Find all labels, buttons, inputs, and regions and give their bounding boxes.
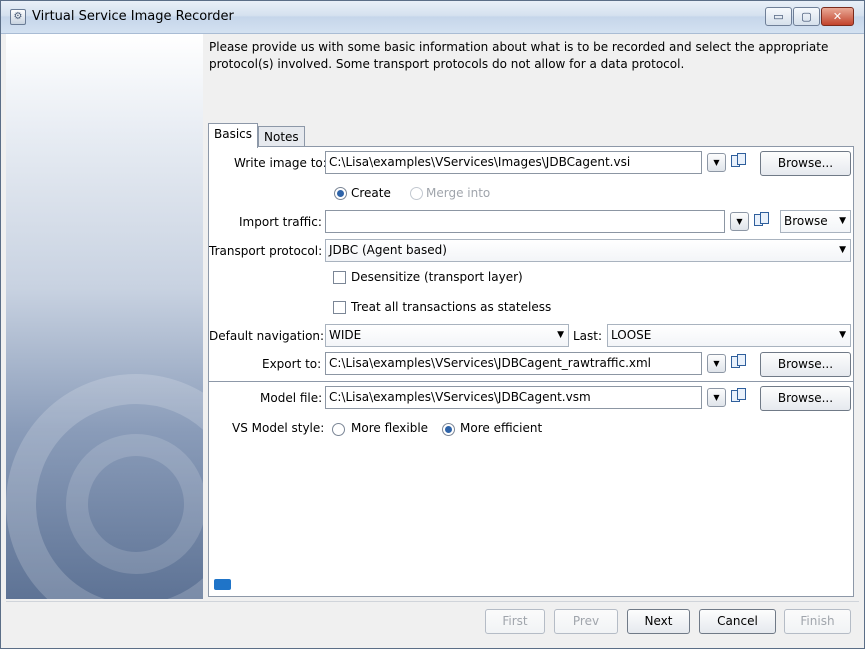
last-select[interactable]: LOOSE ▼	[607, 324, 851, 347]
import-browse-label: Browse	[784, 214, 828, 228]
transport-protocol-label: Transport protocol:	[209, 244, 323, 258]
title-bar: ⚙ Virtual Service Image Recorder ▭ ▢ ✕	[1, 1, 864, 34]
desensitize-label: Desensitize (transport layer)	[351, 270, 523, 284]
export-to-label: Export to:	[262, 357, 322, 371]
chevron-down-icon: ▼	[557, 330, 564, 340]
recorder-window: ⚙ Virtual Service Image Recorder ▭ ▢ ✕ P…	[0, 0, 865, 649]
transport-protocol-select[interactable]: JDBC (Agent based) ▼	[325, 239, 851, 262]
write-image-label: Write image to:	[234, 156, 327, 170]
browse-model-button[interactable]: Browse...	[760, 386, 851, 411]
model-file-field[interactable]: C:\Lisa\examples\VServices\JDBCagent.vsm	[325, 386, 702, 409]
folder-icon[interactable]	[214, 579, 231, 590]
export-to-field[interactable]: C:\Lisa\examples\VServices\JDBCagent_raw…	[325, 352, 702, 375]
import-traffic-field[interactable]	[325, 210, 725, 233]
minimize-button[interactable]: ▭	[765, 7, 792, 26]
export-dropdown-button[interactable]: ▼	[707, 354, 726, 373]
document-icon[interactable]	[731, 354, 746, 370]
app-icon: ⚙	[10, 9, 26, 25]
next-button[interactable]: Next	[627, 609, 690, 634]
create-label: Create	[351, 186, 391, 200]
stateless-label: Treat all transactions as stateless	[351, 300, 552, 314]
transport-protocol-value: JDBC (Agent based)	[329, 243, 447, 257]
import-browse-combo[interactable]: Browse ▼	[780, 210, 851, 233]
document-icon[interactable]	[754, 212, 769, 228]
merge-into-label: Merge into	[426, 186, 491, 200]
decorative-sidebar	[6, 34, 203, 599]
more-efficient-radio[interactable]	[442, 423, 455, 436]
chevron-down-icon: ▼	[839, 245, 846, 255]
finish-button[interactable]: Finish	[784, 609, 851, 634]
footer-divider	[6, 601, 859, 602]
default-navigation-select[interactable]: WIDE ▼	[325, 324, 569, 347]
merge-into-radio[interactable]	[410, 187, 423, 200]
section-divider	[209, 381, 853, 382]
maximize-button[interactable]: ▢	[793, 7, 820, 26]
import-traffic-dropdown-button[interactable]: ▼	[730, 212, 749, 231]
create-radio[interactable]	[334, 187, 347, 200]
browse-export-button[interactable]: Browse...	[760, 352, 851, 377]
default-navigation-value: WIDE	[329, 328, 362, 342]
first-button[interactable]: First	[485, 609, 545, 634]
more-flexible-label: More flexible	[351, 421, 429, 435]
decorative-circle-inner	[66, 434, 203, 574]
document-icon[interactable]	[731, 388, 746, 404]
last-label: Last:	[573, 329, 603, 343]
prev-button[interactable]: Prev	[554, 609, 618, 634]
last-value: LOOSE	[611, 328, 652, 342]
stateless-checkbox[interactable]	[333, 301, 346, 314]
tab-notes[interactable]: Notes	[258, 126, 305, 148]
write-image-dropdown-button[interactable]: ▼	[707, 153, 726, 172]
more-efficient-label: More efficient	[460, 421, 543, 435]
default-navigation-label: Default navigation:	[209, 329, 325, 343]
model-file-dropdown-button[interactable]: ▼	[707, 388, 726, 407]
desensitize-checkbox[interactable]	[333, 271, 346, 284]
intro-text: Please provide us with some basic inform…	[209, 40, 829, 71]
import-traffic-label: Import traffic:	[239, 215, 322, 229]
vs-model-style-label: VS Model style:	[232, 421, 325, 435]
write-image-field[interactable]: C:\Lisa\examples\VServices\Images\JDBCag…	[325, 151, 702, 174]
close-button[interactable]: ✕	[821, 7, 854, 26]
browse-image-button[interactable]: Browse...	[760, 151, 851, 176]
tab-basics[interactable]: Basics	[208, 123, 259, 148]
document-icon[interactable]	[731, 153, 746, 169]
chevron-down-icon: ▼	[839, 330, 846, 340]
model-file-label: Model file:	[260, 391, 323, 405]
chevron-down-icon: ▼	[839, 216, 846, 226]
window-title: Virtual Service Image Recorder	[32, 9, 234, 24]
more-flexible-radio[interactable]	[332, 423, 345, 436]
cancel-button[interactable]: Cancel	[699, 609, 776, 634]
